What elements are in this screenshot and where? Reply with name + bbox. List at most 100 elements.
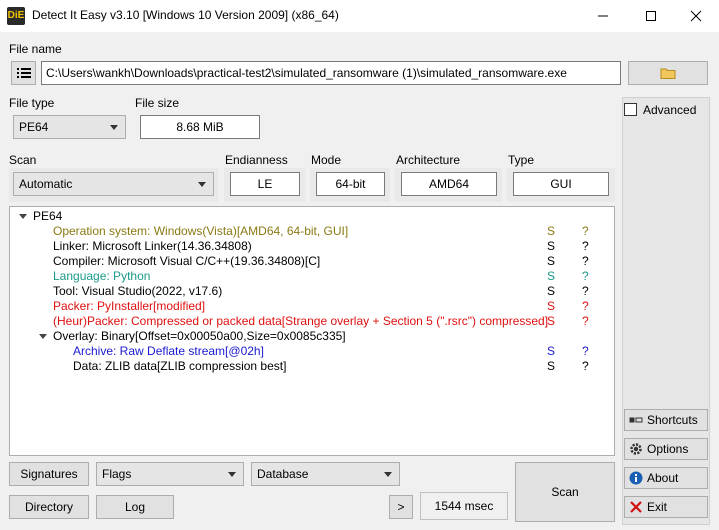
signature-flag[interactable]: S bbox=[547, 269, 555, 283]
result-row[interactable]: Linker: Microsoft Linker(14.36.34808) S? bbox=[10, 239, 614, 254]
advanced-checkbox[interactable] bbox=[624, 103, 637, 116]
result-row[interactable]: PE64 bbox=[10, 209, 614, 224]
file-type-label: File type bbox=[9, 96, 55, 110]
flags-select[interactable]: Flags bbox=[96, 462, 244, 486]
chevron-down-icon[interactable] bbox=[39, 334, 47, 339]
scan-mode-select[interactable]: Automatic bbox=[13, 172, 214, 196]
result-text: (Heur)Packer: Compressed or packed data[… bbox=[53, 314, 549, 328]
about-button[interactable]: About bbox=[624, 467, 708, 489]
result-text: Operation system: Windows(Vista)[AMD64, … bbox=[53, 224, 349, 238]
result-row[interactable]: Operation system: Windows(Vista)[AMD64, … bbox=[10, 224, 614, 239]
info-flag[interactable]: ? bbox=[582, 359, 589, 373]
folder-icon bbox=[660, 68, 676, 79]
chevron-down-icon bbox=[198, 182, 206, 187]
options-button[interactable]: Options bbox=[624, 438, 708, 460]
info-flag[interactable]: ? bbox=[582, 299, 589, 313]
more-button[interactable]: > bbox=[389, 495, 413, 519]
result-row[interactable]: (Heur)Packer: Compressed or packed data[… bbox=[10, 314, 614, 329]
chevron-down-icon[interactable] bbox=[19, 214, 27, 219]
file-path-input[interactable]: C:\Users\wankh\Downloads\practical-test2… bbox=[41, 61, 621, 85]
result-row[interactable]: Data: ZLIB data[ZLIB compression best] S? bbox=[10, 359, 614, 374]
signature-flag[interactable]: S bbox=[547, 284, 555, 298]
results-tree[interactable]: PE64 Operation system: Windows(Vista)[AMD… bbox=[9, 206, 615, 456]
info-flag[interactable]: ? bbox=[582, 239, 589, 253]
signature-flag[interactable]: S bbox=[547, 224, 555, 238]
scan-label: Scan bbox=[9, 153, 37, 167]
minimize-icon bbox=[598, 15, 608, 17]
result-text: Linker: Microsoft Linker(14.36.34808) bbox=[53, 239, 252, 253]
options-label: Options bbox=[647, 442, 689, 456]
result-row[interactable]: Language: Python S? bbox=[10, 269, 614, 284]
info-flag[interactable]: ? bbox=[582, 314, 589, 328]
signature-flag[interactable]: S bbox=[547, 299, 555, 313]
result-text: Packer: PyInstaller[modified] bbox=[53, 299, 206, 313]
window-title: Detect It Easy v3.10 [Windows 10 Version… bbox=[32, 8, 339, 22]
result-text: Compiler: Microsoft Visual C/C++(19.36.3… bbox=[53, 254, 321, 268]
result-text: Overlay: Binary[Offset=0x00050a00,Size=0… bbox=[53, 329, 346, 343]
endianness-label: Endianness bbox=[225, 153, 288, 167]
file-type-value: PE64 bbox=[19, 120, 49, 134]
type-value: GUI bbox=[513, 172, 609, 196]
result-row[interactable]: Overlay: Binary[Offset=0x00050a00,Size=0… bbox=[10, 329, 614, 344]
architecture-value: AMD64 bbox=[401, 172, 497, 196]
result-text: Language: Python bbox=[53, 269, 151, 283]
about-label: About bbox=[647, 471, 679, 485]
file-size-label: File size bbox=[135, 96, 180, 110]
result-row[interactable]: Packer: PyInstaller[modified] S? bbox=[10, 299, 614, 314]
shortcuts-label: Shortcuts bbox=[647, 413, 698, 427]
exit-label: Exit bbox=[647, 500, 668, 514]
architecture-label: Architecture bbox=[396, 153, 461, 167]
type-label: Type bbox=[508, 153, 535, 167]
signature-flag[interactable]: S bbox=[547, 254, 555, 268]
file-type-select[interactable]: PE64 bbox=[13, 115, 126, 139]
file-menu-button[interactable] bbox=[11, 61, 36, 85]
directory-button[interactable]: Directory bbox=[9, 495, 89, 519]
gear-icon bbox=[630, 443, 642, 455]
chevron-down-icon bbox=[384, 472, 392, 477]
app-logo-icon: DiE bbox=[7, 7, 25, 25]
maximize-icon bbox=[646, 11, 656, 21]
flags-value: Flags bbox=[102, 467, 132, 481]
mode-label: Mode bbox=[311, 153, 342, 167]
keyboard-icon bbox=[629, 417, 643, 423]
scan-time: 1544 msec bbox=[420, 492, 508, 520]
result-text: Tool: Visual Studio(2022, v17.6) bbox=[53, 284, 223, 298]
info-icon bbox=[629, 471, 643, 485]
chevron-down-icon bbox=[110, 125, 118, 130]
close-button[interactable] bbox=[673, 0, 719, 32]
info-flag[interactable]: ? bbox=[582, 224, 589, 238]
database-value: Database bbox=[257, 467, 309, 481]
info-flag[interactable]: ? bbox=[582, 254, 589, 268]
advanced-label: Advanced bbox=[643, 103, 697, 117]
minimize-button[interactable] bbox=[580, 0, 626, 32]
info-flag[interactable]: ? bbox=[582, 284, 589, 298]
result-text: Archive: Raw Deflate stream[@02h] bbox=[73, 344, 264, 358]
chevron-down-icon bbox=[228, 472, 236, 477]
exit-button[interactable]: Exit bbox=[624, 496, 708, 518]
open-file-button[interactable] bbox=[628, 61, 708, 85]
file-name-label: File name bbox=[9, 42, 62, 56]
exit-icon bbox=[630, 501, 642, 513]
signature-flag[interactable]: S bbox=[547, 359, 555, 373]
signature-flag[interactable]: S bbox=[547, 344, 555, 358]
info-flag[interactable]: ? bbox=[582, 344, 589, 358]
mode-value: 64-bit bbox=[316, 172, 385, 196]
endianness-value: LE bbox=[230, 172, 300, 196]
shortcuts-button[interactable]: Shortcuts bbox=[624, 409, 708, 431]
scan-mode-value: Automatic bbox=[19, 177, 73, 191]
log-button[interactable]: Log bbox=[96, 495, 174, 519]
result-text: Data: ZLIB data[ZLIB compression best] bbox=[73, 359, 287, 373]
result-row[interactable]: Compiler: Microsoft Visual C/C++(19.36.3… bbox=[10, 254, 614, 269]
info-flag[interactable]: ? bbox=[582, 269, 589, 283]
file-size-value: 8.68 MiB bbox=[140, 115, 260, 139]
maximize-button[interactable] bbox=[628, 0, 674, 32]
database-select[interactable]: Database bbox=[251, 462, 400, 486]
result-row[interactable]: Archive: Raw Deflate stream[@02h] S? bbox=[10, 344, 614, 359]
signature-flag[interactable]: S bbox=[547, 239, 555, 253]
scan-button[interactable]: Scan bbox=[515, 462, 615, 522]
right-panel bbox=[622, 97, 710, 525]
signatures-button[interactable]: Signatures bbox=[9, 462, 89, 486]
list-icon bbox=[16, 68, 31, 78]
signature-flag[interactable]: S bbox=[547, 314, 555, 328]
result-row[interactable]: Tool: Visual Studio(2022, v17.6) S? bbox=[10, 284, 614, 299]
